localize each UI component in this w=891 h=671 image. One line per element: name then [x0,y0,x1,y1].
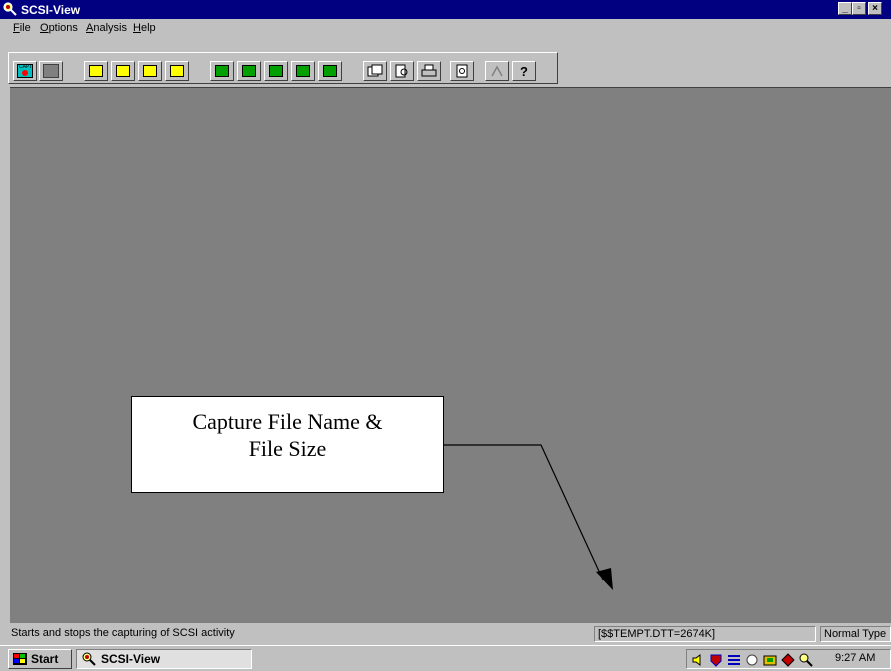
menu-analysis[interactable]: Analysis [86,22,127,34]
system-tray: 9:27 AM [686,649,891,669]
status-bar: Starts and stops the capturing of SCSI a… [0,623,891,645]
tape-button-1[interactable] [210,61,234,81]
green-tape-icon [242,65,256,77]
capture-icon: CAPT [17,64,33,78]
green-tape-icon [269,65,283,77]
close-button[interactable]: × [868,2,882,15]
find-button[interactable] [390,61,414,81]
magnifier-icon[interactable] [799,653,813,667]
title-bar[interactable]: SCSI-View _ ▫ × [0,0,891,19]
tape-button-5[interactable] [318,61,342,81]
printer-icon [421,64,437,77]
callout-line-2: File Size [248,436,327,461]
menu-bar: File Options Analysis Help [0,19,891,38]
speaker-icon[interactable] [691,653,705,667]
magnifier-app-icon [3,2,17,16]
doc-button-4[interactable] [165,61,189,81]
yellow-doc-icon [170,65,184,77]
yellow-doc-icon [89,65,103,77]
menu-options[interactable]: Options [40,22,78,34]
network-icon[interactable] [727,653,741,667]
svg-text:?: ? [520,64,528,78]
folder-icon[interactable] [763,653,777,667]
workspace[interactable] [10,87,891,623]
restore-button[interactable]: ▫ [852,2,866,15]
stop-button[interactable] [39,61,63,81]
shield-icon[interactable] [709,653,723,667]
windows-logo-icon [13,653,27,665]
taskbar: Start SCSI-View 9:27 AM [0,645,891,671]
yellow-doc-icon [143,65,157,77]
taskbar-app-label: SCSI-View [101,652,161,666]
red-arrow-icon[interactable] [781,653,795,667]
help-button[interactable]: ? [512,61,536,81]
doc-button-3[interactable] [138,61,162,81]
status-message: Starts and stops the capturing of SCSI a… [11,627,235,639]
status-capture-file: [$$TEMPT.DTT=2674K] [594,626,816,642]
copy-icon [367,64,383,77]
capture-button[interactable]: CAPT [13,61,37,81]
tape-button-2[interactable] [237,61,261,81]
find-icon [395,64,408,78]
minimize-button[interactable]: _ [838,2,852,15]
copy-button[interactable] [363,61,387,81]
doc-button-1[interactable] [84,61,108,81]
print-button[interactable] [417,61,441,81]
print-preview-icon [456,64,468,78]
green-tape-icon [215,65,229,77]
stop-icon [43,64,59,78]
start-button[interactable]: Start [8,649,72,669]
print-preview-button[interactable] [450,61,474,81]
window-title: SCSI-View [21,3,81,17]
menu-help[interactable]: Help [133,22,156,34]
help-icon: ? [520,64,528,78]
taskbar-app-scsi-view[interactable]: SCSI-View [76,649,252,669]
status-type: Normal Type [820,626,891,642]
green-tape-icon [296,65,310,77]
doc-button-2[interactable] [111,61,135,81]
filter-button[interactable] [485,61,509,81]
clock[interactable]: 9:27 AM [835,652,875,664]
tape-button-3[interactable] [264,61,288,81]
magnifier-app-icon [82,652,96,666]
menu-file[interactable]: File [13,22,31,34]
start-label: Start [31,652,59,666]
globe-icon[interactable] [745,653,759,667]
green-tape-icon [323,65,337,77]
tape-button-4[interactable] [291,61,315,81]
callout-line-1: Capture File Name & [192,409,383,434]
filter-icon [491,65,503,77]
callout-box: Capture File Name & File Size [131,396,444,493]
yellow-doc-icon [116,65,130,77]
